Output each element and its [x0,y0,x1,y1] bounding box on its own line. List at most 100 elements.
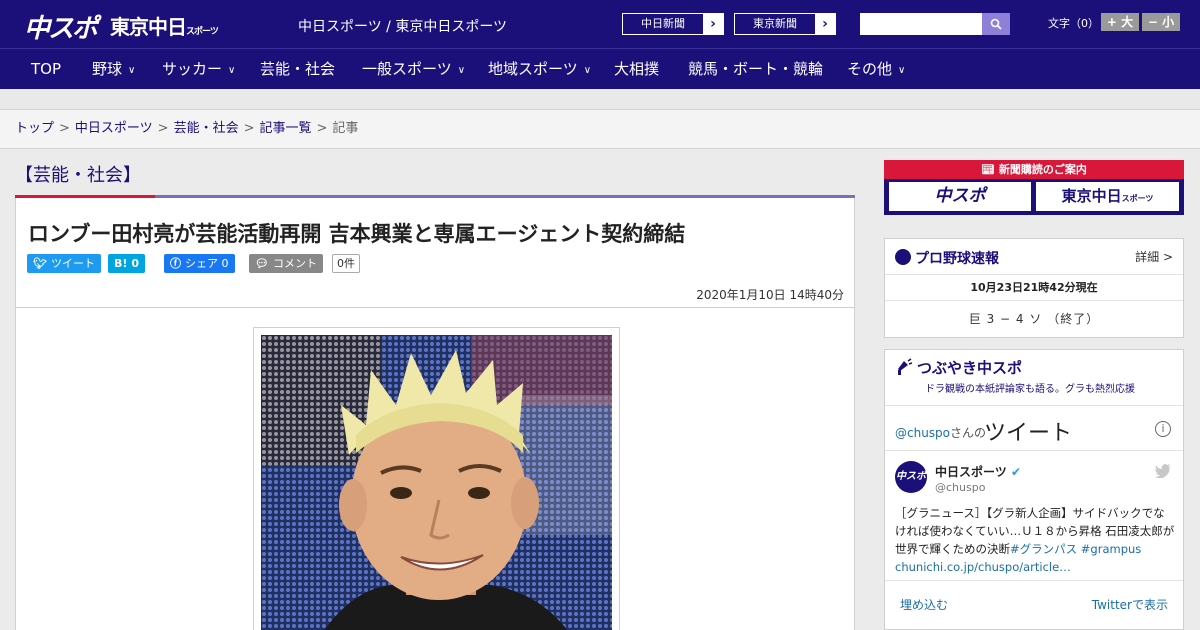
baseball-more-link[interactable]: 詳細 > [1135,248,1173,265]
breadcrumb: トップ > 中日スポーツ > 芸能・社会 > 記事一覧 > 記事 [0,110,1200,149]
speech-bubble-icon: 💬︎ [255,257,269,270]
chevron-down-icon: ∨ [128,65,136,76]
baseball-time: 10月23日21時42分現在 [885,275,1183,301]
twitter-widget-header: つぶやき中スポ ドラ観戦の本紙評論家も語る。グラも熱烈応援 [885,350,1183,406]
breadcrumb-top[interactable]: トップ [15,121,54,136]
info-icon[interactable]: i [1155,421,1171,437]
twitter-bird-icon [1155,463,1171,482]
tokyo-shimbun-link[interactable]: 東京新聞 › [734,13,836,35]
comment-label: コメント [272,257,317,270]
search-icon [990,18,1002,30]
twitter-user-link[interactable]: @chuspo [895,426,950,440]
tweet-link[interactable]: chunichi.co.jp/chuspo/article… [895,560,1071,574]
twitter-widget: つぶやき中スポ ドラ観戦の本紙評論家も語る。グラも熱烈応援 @chuspoさんの… [884,349,1184,630]
embed-link[interactable]: 埋め込む [900,596,948,613]
baseball-title: プロ野球速報 [915,251,999,267]
tweet-author[interactable]: 中日スポーツ ✔ [935,463,1021,480]
category-title: 【芸能・社会】 [15,165,141,186]
nav-item-top[interactable]: TOP [31,49,61,89]
chevron-right-icon: › [815,14,835,34]
font-size-label: 文字（0） [1048,17,1099,30]
site-header: 中スポ 東京中日スポーツ 中日スポーツ / 東京中日スポーツ 中日新聞 › 東京… [0,0,1200,48]
breadcrumb-entertainment[interactable]: 芸能・社会 [174,121,239,136]
nav-item-other[interactable]: その他 ∨ [847,49,905,89]
tweet-handle: @chuspo [935,481,986,494]
verified-badge-icon: ✔ [1010,465,1022,479]
nav-item-soccer[interactable]: サッカー ∨ [162,49,235,89]
tweets-by-header: @chuspoさんの ツイート i [885,406,1183,451]
chunichi-shimbun-label: 中日新聞 [641,17,685,30]
nav-label: TOP [31,60,62,78]
breadcrumb-separator: > [59,121,70,136]
twitter-widget-footer: 埋め込む Twitterで表示 [885,581,1183,625]
nav-label: 一般スポーツ [362,60,452,78]
sidebar: 📰︎ 新聞購読のご案内 中スポ 東京中日スポーツ プロ野球速報 詳細 > 10月… [884,160,1184,630]
search-button[interactable] [982,13,1010,35]
tokyo-chunichi-logo[interactable]: 東京中日スポーツ [110,11,219,40]
nav-item-local-sports[interactable]: 地域スポーツ ∨ [488,49,591,89]
megaphone-icon [898,358,913,375]
article-photo[interactable] [261,335,612,630]
chunichi-shimbun-link[interactable]: 中日新聞 › [622,13,724,35]
nav-label: サッカー [162,60,223,78]
breadcrumb-separator: > [316,121,328,136]
hatena-bookmark-button[interactable]: B! 0 [108,254,146,273]
facebook-icon: ⓕ [170,257,181,270]
nav-label: 野球 [92,60,123,78]
twitter-bird-icon: 🐦︎ [33,257,47,270]
tweets-by-user: @chuspoさんの [895,424,986,441]
site-name: 中日スポーツ / 東京中日スポーツ [298,19,508,35]
avatar[interactable]: 中スポ [895,461,927,493]
facebook-share-button[interactable]: ⓕ シェア 0 [164,254,235,273]
tweet-hashtags[interactable]: #グランパス #grampus [1010,542,1141,556]
nav-item-sumo[interactable]: 大相撲 [614,49,659,89]
font-size-up-button[interactable]: + 大 [1101,13,1139,31]
subscription-tokyo-logo: 東京中日スポーツ [1036,182,1179,211]
nav-item-entertainment[interactable]: 芸能・社会 [260,49,335,89]
nav-label: その他 [847,60,893,78]
baseball-score-line[interactable]: 巨 3 − 4 ソ （終了） [885,301,1183,337]
chuspo-logo[interactable]: 中スポ [24,8,98,45]
portrait-image [261,335,612,630]
comment-button[interactable]: 💬︎ コメント [249,254,323,273]
subscription-banner[interactable]: 📰︎ 新聞購読のご案内 中スポ 東京中日スポーツ [884,160,1184,215]
tokyo-chunichi-logo-small: スポーツ [186,27,219,37]
chevron-down-icon: ∨ [228,65,236,76]
article-body [15,308,855,630]
article-title: ロンブー田村亮が芸能活動再開 吉本興業と専属エージェント契約締結 [28,222,686,246]
facebook-label: シェア [185,257,218,270]
tweet-button[interactable]: 🐦︎ ツイート [27,254,101,273]
nav-label: 大相撲 [614,60,660,78]
chevron-down-icon: ∨ [583,65,592,76]
font-size-down-button[interactable]: − 小 [1142,13,1180,31]
search-input[interactable] [860,13,982,35]
tweets-label: ツイート [984,421,1073,446]
comment-count: 0件 [332,254,360,273]
breadcrumb-current: 記事 [332,121,359,136]
nav-label: 地域スポーツ [488,60,578,78]
twitter-widget-title: つぶやき中スポ [917,359,1023,377]
chevron-down-icon: ∨ [898,65,906,76]
newspaper-icon: 📰︎ [981,163,999,176]
article-photo-frame [253,327,620,630]
breadcrumb-chunichi-sports[interactable]: 中日スポーツ [75,121,153,136]
tweet-item[interactable]: 中スポ 中日スポーツ ✔ @chuspo ［グラニュース］【グラ新人企画】サイド… [885,451,1183,581]
nav-item-baseball[interactable]: 野球 ∨ [92,49,135,89]
nav-item-general-sports[interactable]: 一般スポーツ ∨ [362,49,465,89]
breadcrumb-article-list[interactable]: 記事一覧 [260,121,312,136]
view-on-twitter-link[interactable]: Twitterで表示 [1092,596,1168,613]
hatena-icon: B! [114,257,128,270]
twitter-user-suffix: さんの [950,426,987,440]
article-header: ロンブー田村亮が芸能活動再開 吉本興業と専属エージェント契約締結 🐦︎ ツイート … [15,198,855,308]
main-nav: TOP 野球 ∨ サッカー ∨ 芸能・社会 一般スポーツ ∨ 地域スポーツ ∨ 大相撲 … [0,48,1200,89]
article-column: 【芸能・社会】 ロンブー田村亮が芸能活動再開 吉本興業と専属エージェント契約締結… [15,149,855,630]
nav-label: 競馬・ボート・競輪 [688,60,824,78]
tweet-author-name: 中日スポーツ [935,465,1007,479]
baseball-score-header: プロ野球速報 詳細 > [885,239,1183,275]
tokyo-shimbun-label: 東京新聞 [753,17,797,30]
tweet-text: ［グラニュース］【グラ新人企画】サイドバックでなければ使わなくていい…Ｕ１８から… [895,504,1175,576]
twitter-widget-subtitle: ドラ観戦の本紙評論家も語る。グラも熱烈応援 [925,384,1135,395]
nav-item-racing[interactable]: 競馬・ボート・競輪 [688,49,823,89]
breadcrumb-separator: > [243,121,255,136]
subscription-title-text: 新聞購読のご案内 [998,163,1087,176]
